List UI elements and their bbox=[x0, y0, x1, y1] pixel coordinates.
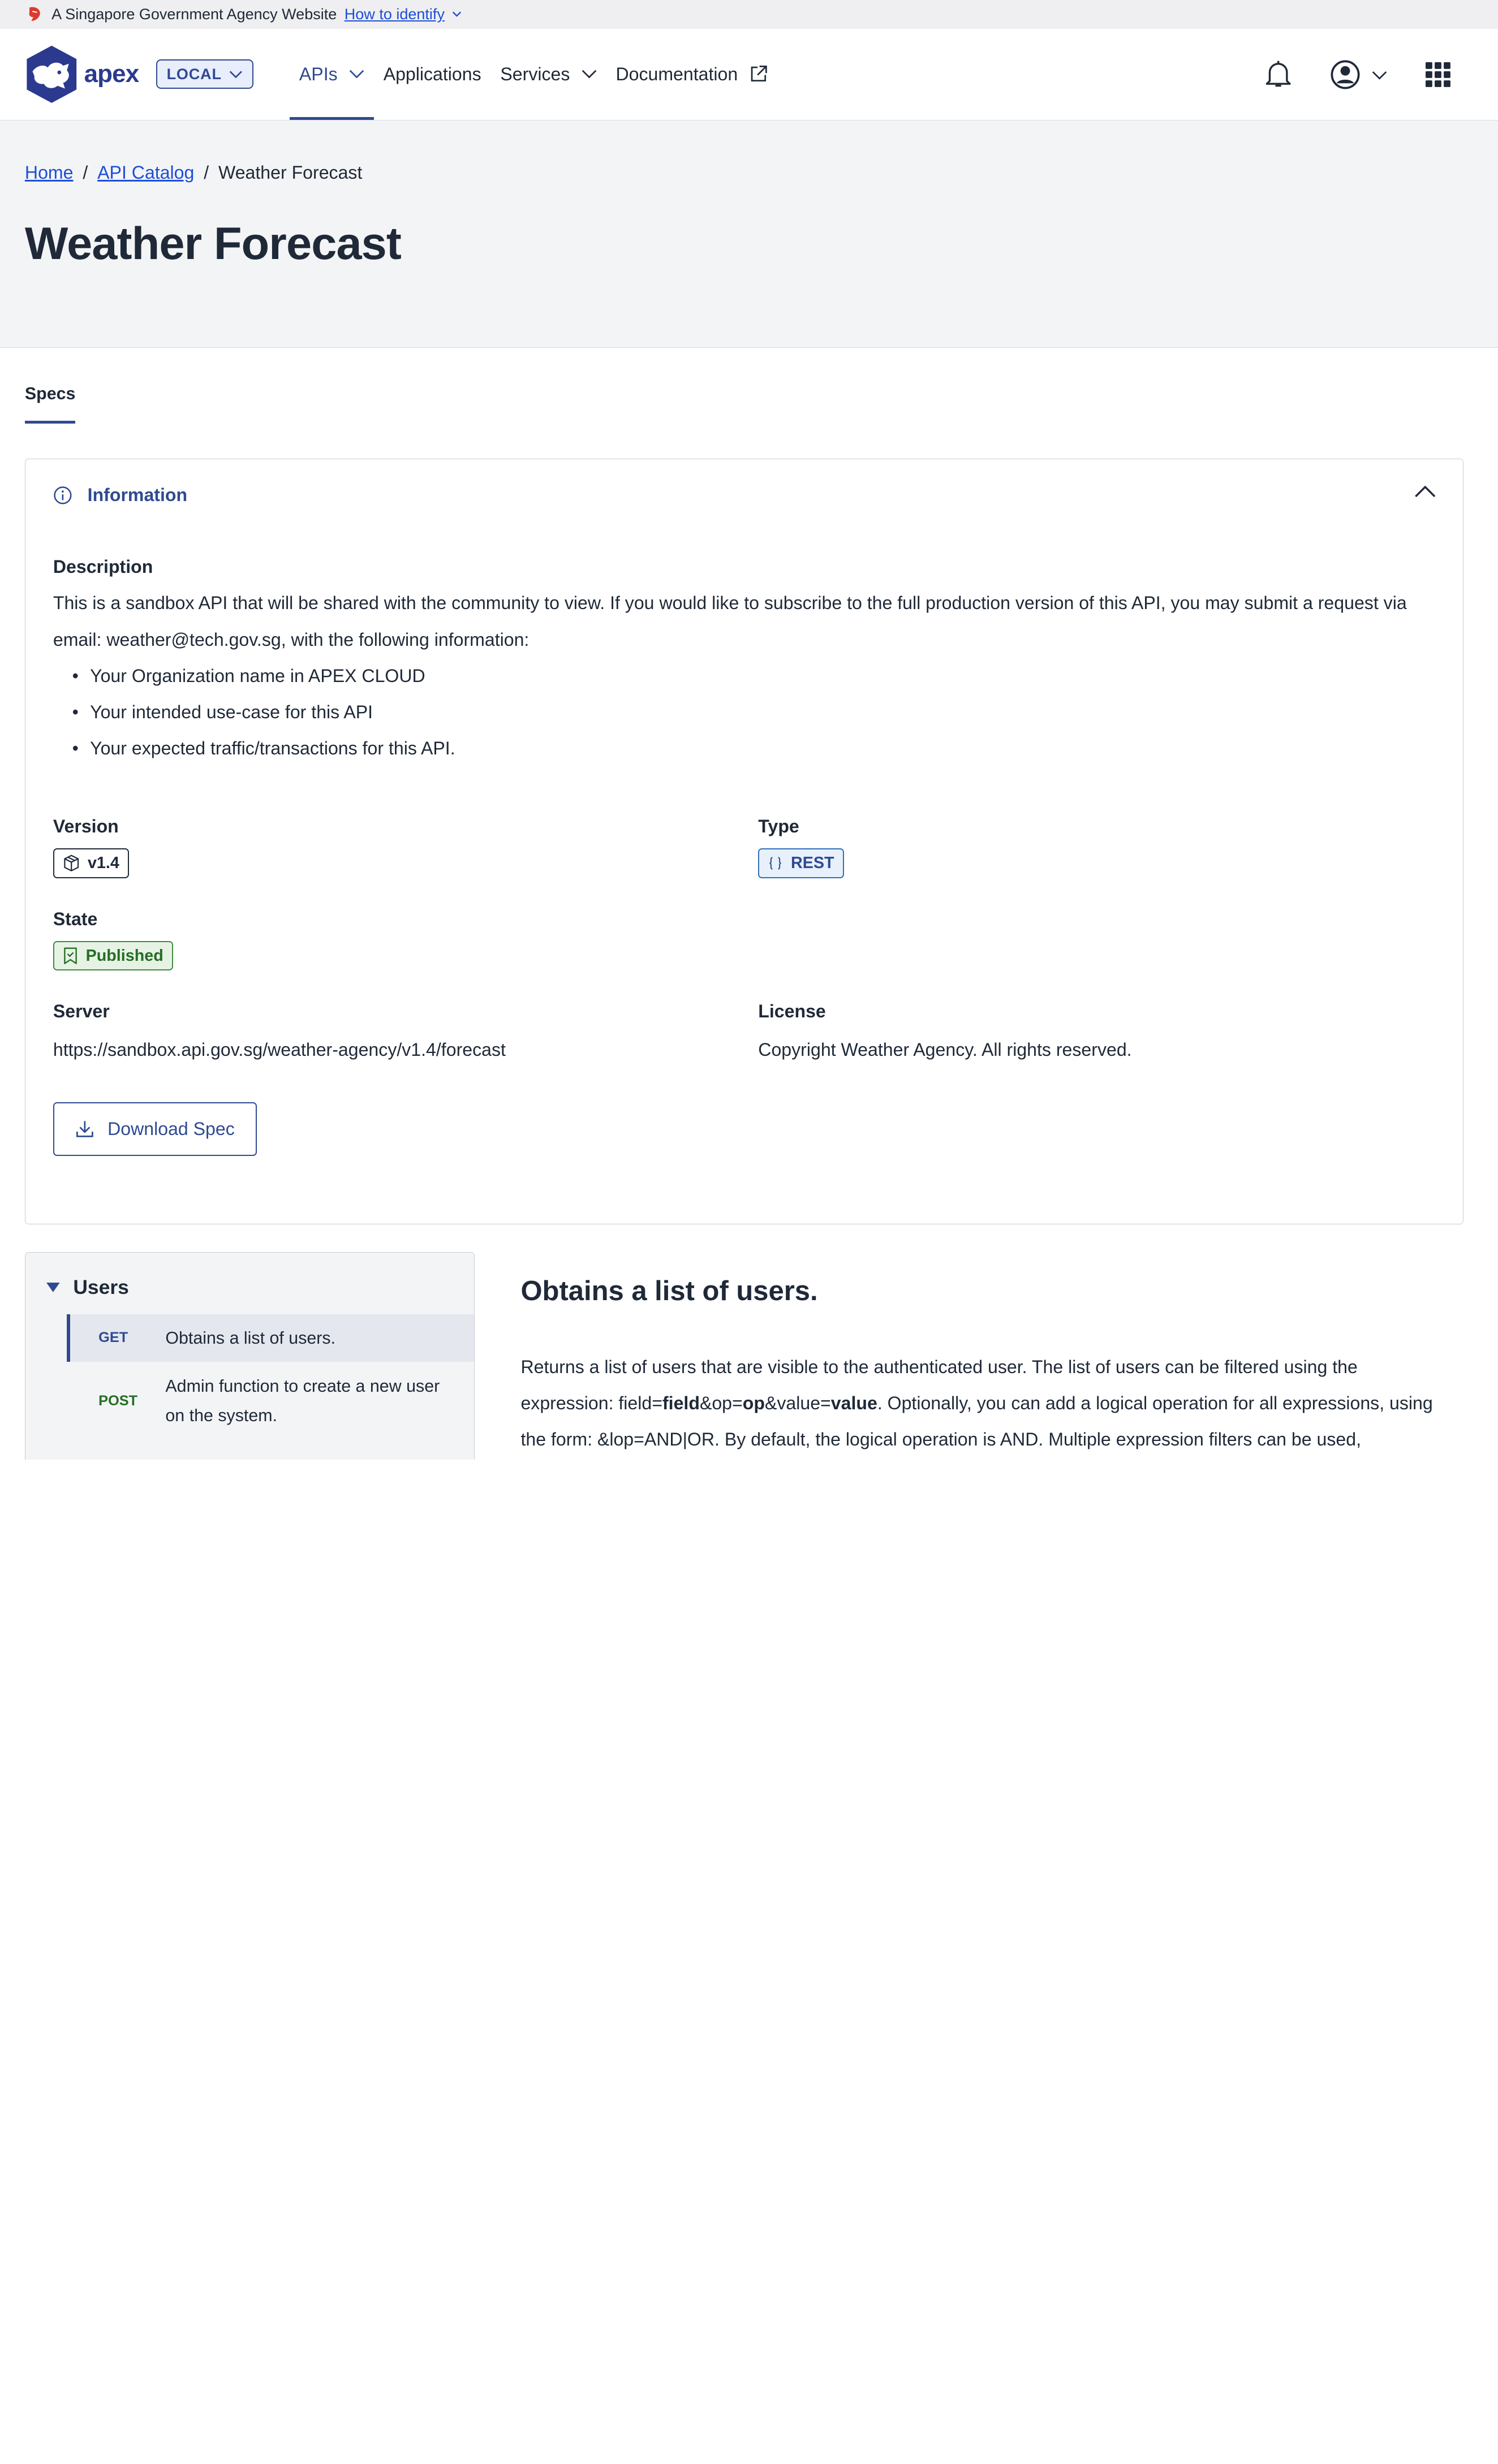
sidebar-group-label: Users bbox=[73, 1275, 129, 1298]
tab-specs[interactable]: Specs bbox=[24, 384, 76, 424]
breadcrumb: Home / API Catalog / Weather Forecast bbox=[25, 162, 1473, 183]
information-title: Information bbox=[87, 485, 188, 506]
package-icon bbox=[64, 855, 79, 872]
version-value: v1.4 bbox=[87, 854, 119, 872]
page: A Singapore Government Agency Website Ho… bbox=[0, 0, 1498, 1460]
type-label: Type bbox=[758, 816, 799, 837]
operations-sidebar: Users GET Obtains a list of users. POST … bbox=[24, 1252, 475, 1460]
nav-apis[interactable]: APIs bbox=[290, 28, 374, 120]
nav-applications-label: Applications bbox=[383, 63, 481, 84]
nav-applications[interactable]: Applications bbox=[374, 28, 491, 120]
gov-banner-text: A Singapore Government Agency Website bbox=[51, 5, 337, 23]
external-link-icon bbox=[751, 66, 768, 82]
desc-bold: value bbox=[830, 1393, 877, 1414]
license-label: License bbox=[758, 1001, 826, 1022]
desc-bold: field bbox=[662, 1393, 700, 1414]
sidebar-item-get-users[interactable]: GET Obtains a list of users. bbox=[66, 1314, 475, 1362]
desc-text: &op= bbox=[699, 1393, 743, 1414]
information-panel-header[interactable]: Information bbox=[53, 459, 1436, 532]
download-spec-label: Download Spec bbox=[107, 1118, 235, 1139]
download-icon bbox=[76, 1121, 93, 1138]
tab-bar: Specs bbox=[0, 348, 1498, 459]
license-text: Copyright Weather Agency. All rights res… bbox=[758, 1039, 1132, 1060]
list-item: Your expected traffic/transactions for t… bbox=[72, 730, 1436, 766]
download-spec-button[interactable]: Download Spec bbox=[53, 1102, 257, 1156]
breadcrumb-current: Weather Forecast bbox=[218, 162, 363, 183]
empty-cell bbox=[758, 909, 1435, 971]
nav-services-label: Services bbox=[500, 63, 570, 84]
type-badge: REST bbox=[758, 848, 844, 878]
operation-title: Obtains a list of users. bbox=[520, 1275, 818, 1306]
bell-icon[interactable] bbox=[1265, 60, 1292, 89]
page-title: Weather Forecast bbox=[24, 218, 402, 269]
operation-summary: Obtains a list of users. bbox=[165, 1328, 336, 1348]
bookmark-check-icon bbox=[64, 947, 77, 964]
user-circle-icon bbox=[1331, 60, 1360, 89]
license-field: License Copyright Weather Agency. All ri… bbox=[758, 1001, 1435, 1060]
how-to-identify-link[interactable]: How to identify bbox=[345, 6, 445, 23]
description-list: Your Organization name in APEX CLOUD You… bbox=[53, 658, 1436, 767]
apex-logo[interactable]: apex bbox=[25, 45, 139, 104]
server-url: https://sandbox.api.gov.sg/weather-agenc… bbox=[53, 1039, 506, 1060]
desc-bold: op bbox=[742, 1393, 765, 1414]
type-field: Type REST bbox=[758, 816, 1435, 878]
state-label: State bbox=[53, 908, 98, 929]
version-field: Version v1.4 bbox=[53, 816, 758, 878]
nav-services[interactable]: Services bbox=[491, 28, 606, 120]
page-hero: Home / API Catalog / Weather Forecast We… bbox=[0, 120, 1498, 348]
description-label: Description bbox=[53, 556, 153, 577]
breadcrumb-separator: / bbox=[83, 162, 88, 183]
operation-summary: Admin function to create a new user on t… bbox=[165, 1376, 440, 1426]
main-nav: APIs Applications Services Documentation bbox=[290, 28, 778, 120]
version-badge: v1.4 bbox=[53, 848, 130, 878]
environment-label: LOCAL bbox=[166, 65, 222, 83]
operations-section: Users GET Obtains a list of users. POST … bbox=[0, 1252, 1498, 1460]
state-badge: Published bbox=[53, 940, 173, 971]
gov-banner: A Singapore Government Agency Website Ho… bbox=[0, 0, 1498, 29]
api-metadata-grid: Version v1.4 Type REST State Published S… bbox=[53, 816, 1436, 1060]
method-badge: POST bbox=[98, 1392, 138, 1409]
desc-text: &value= bbox=[764, 1393, 831, 1414]
server-field: Server https://sandbox.api.gov.sg/weathe… bbox=[53, 1001, 758, 1060]
type-value: REST bbox=[790, 854, 834, 872]
environment-selector[interactable]: LOCAL bbox=[156, 59, 253, 89]
chevron-down-icon[interactable] bbox=[452, 8, 462, 20]
server-label: Server bbox=[53, 1001, 110, 1022]
apex-logo-icon bbox=[27, 45, 77, 103]
chevron-up-icon[interactable] bbox=[1414, 484, 1437, 499]
state-value: Published bbox=[85, 946, 163, 965]
nav-apis-label: APIs bbox=[299, 63, 338, 84]
breadcrumb-home[interactable]: Home bbox=[25, 162, 74, 183]
lion-head-icon bbox=[27, 6, 44, 23]
caret-down-icon bbox=[46, 1282, 60, 1292]
description-text: This is a sandbox API that will be share… bbox=[53, 593, 1407, 650]
operation-list: GET Obtains a list of users. POST Admin … bbox=[66, 1314, 475, 1440]
sidebar-item-post-user[interactable]: POST Admin function to create a new user… bbox=[67, 1362, 475, 1440]
operation-description: Returns a list of users that are visible… bbox=[520, 1349, 1437, 1458]
chevron-down-icon bbox=[230, 71, 243, 79]
method-badge: GET bbox=[98, 1330, 128, 1346]
user-menu[interactable] bbox=[1330, 59, 1387, 90]
logo-text: apex bbox=[84, 60, 140, 88]
nav-documentation-label: Documentation bbox=[615, 63, 738, 84]
app-grid-icon[interactable] bbox=[1425, 62, 1450, 87]
curly-braces-icon bbox=[769, 857, 782, 870]
sidebar-group-users[interactable]: Users bbox=[25, 1276, 474, 1299]
list-item: Your Organization name in APEX CLOUD bbox=[72, 658, 1436, 694]
nav-documentation[interactable]: Documentation bbox=[606, 28, 778, 120]
site-header: apex LOCAL APIs Applications Services Do… bbox=[0, 28, 1498, 120]
information-panel: Information Description This is a sandbo… bbox=[24, 458, 1464, 1225]
breadcrumb-api-catalog[interactable]: API Catalog bbox=[97, 162, 194, 183]
chevron-down-icon bbox=[349, 70, 364, 79]
header-actions bbox=[1265, 29, 1450, 120]
chevron-down-icon bbox=[1372, 71, 1387, 80]
info-icon bbox=[54, 486, 72, 504]
state-field: State Published bbox=[53, 909, 758, 971]
version-label: Version bbox=[53, 816, 119, 837]
chevron-down-icon bbox=[582, 70, 596, 79]
list-item: Your intended use-case for this API bbox=[72, 694, 1436, 730]
breadcrumb-separator: / bbox=[204, 162, 209, 183]
operation-detail: Obtains a list of users. Returns a list … bbox=[520, 1252, 1437, 1460]
